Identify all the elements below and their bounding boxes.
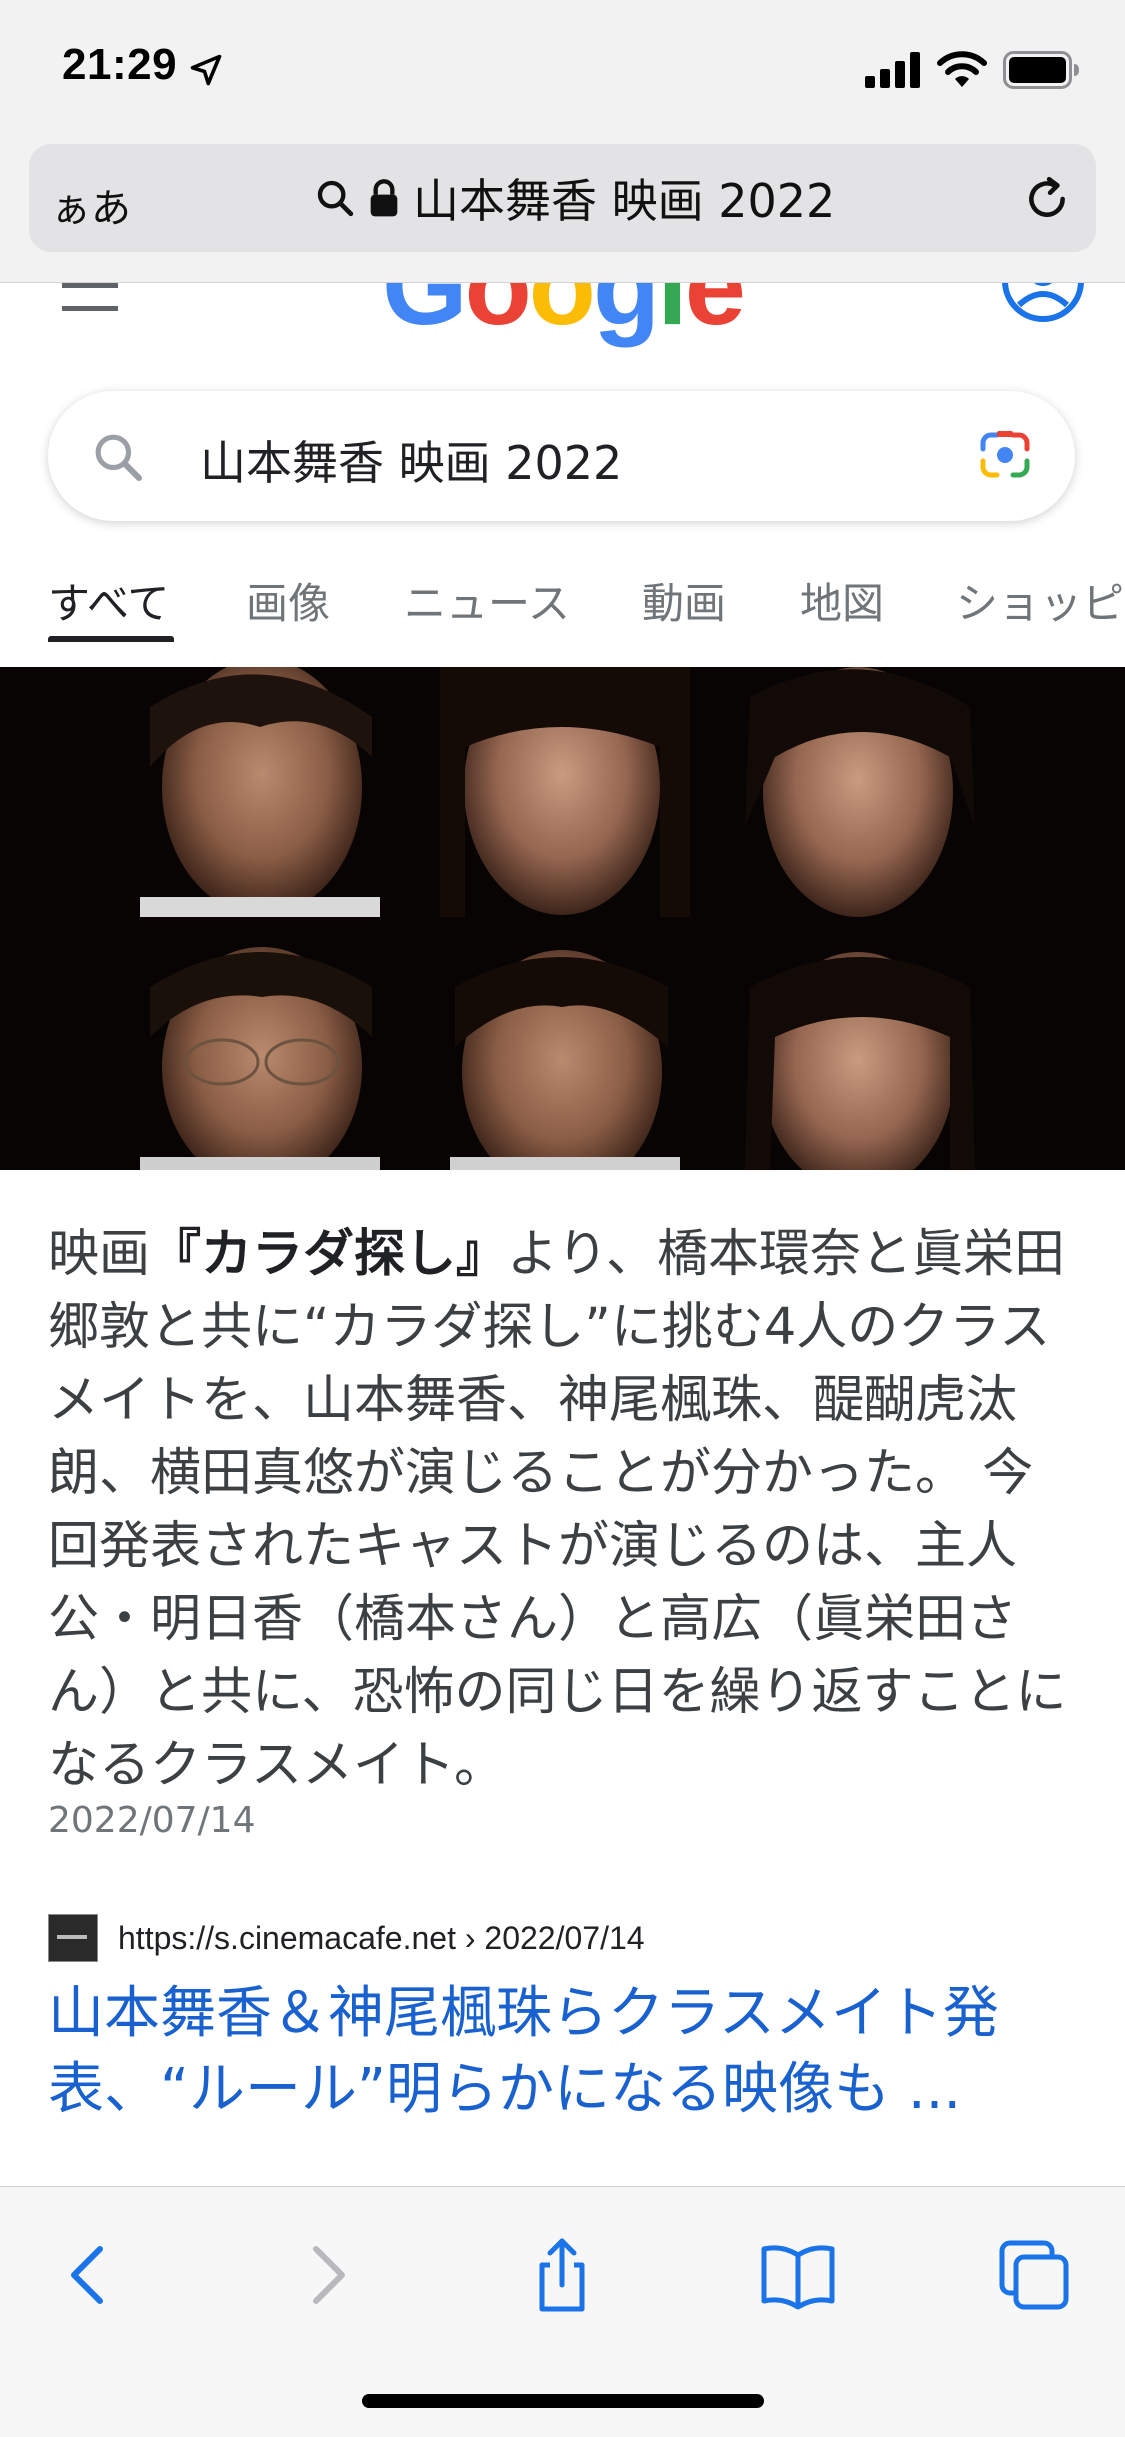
featured-snippet-text: 映画『カラダ探し』より、橋本環奈と眞栄田郷敦と共に“カラダ探し”に挑む4人のクラ… — [48, 1218, 1078, 1802]
status-icons — [865, 50, 1081, 90]
google-header: Google — [0, 283, 1125, 363]
result-title-link[interactable]: 山本舞香＆神尾楓珠らクラスメイト発表、“ルール”明らかになる映像も ... — [48, 1976, 1088, 2128]
google-logo-letter: l — [657, 283, 688, 348]
tab-images[interactable]: 画像 — [246, 570, 330, 631]
result-url: https://s.cinemacafe.net › 2022/07/14 — [118, 1919, 645, 1956]
google-logo-letter: o — [528, 283, 596, 348]
wifi-icon — [937, 51, 987, 87]
featured-image[interactable] — [0, 667, 1125, 1170]
tabs-icon[interactable] — [994, 2235, 1074, 2315]
back-icon[interactable] — [48, 2235, 128, 2315]
account-icon[interactable] — [1001, 283, 1085, 323]
url-display[interactable]: 山本舞香 映画 2022 — [315, 170, 835, 228]
forward-icon[interactable] — [288, 2235, 368, 2315]
google-logo[interactable]: Google — [0, 283, 1125, 350]
tab-shopping[interactable]: ショッピ — [956, 570, 1124, 631]
snippet-prefix: 映画 — [48, 1225, 151, 1284]
site-favicon — [48, 1914, 98, 1962]
browser-address-area: ぁあ 山本舞香 映画 2022 — [0, 132, 1125, 283]
search-tabs: すべて 画像 ニュース 動画 地図 ショッピ — [0, 560, 1125, 670]
reload-icon[interactable] — [1022, 174, 1072, 224]
reader-options-button[interactable]: ぁあ — [51, 176, 131, 234]
snippet-bold-title: 『カラダ探し』 — [150, 1225, 508, 1284]
snippet-body: より、橋本環奈と眞栄田郷敦と共に“カラダ探し”に挑む4人のクラスメイトを、山本舞… — [48, 1225, 1067, 1795]
search-icon — [95, 434, 143, 482]
active-tab-indicator — [48, 636, 174, 642]
tab-all[interactable]: すべて — [48, 570, 169, 631]
snippet-date: 2022/07/14 — [48, 1800, 256, 1841]
tab-videos[interactable]: 動画 — [642, 570, 726, 631]
google-logo-letter: o — [464, 283, 532, 348]
google-logo-letter: e — [684, 283, 746, 348]
bookmarks-icon[interactable] — [758, 2235, 838, 2315]
battery-icon — [1003, 51, 1079, 89]
google-lens-icon[interactable] — [975, 425, 1035, 485]
cast-photo-grid — [0, 667, 1125, 1170]
status-time: 21:29 — [62, 40, 178, 89]
home-indicator[interactable] — [362, 2394, 764, 2408]
search-box[interactable]: 山本舞香 映画 2022 — [48, 391, 1075, 521]
location-arrow-icon — [190, 54, 222, 86]
url-text: 山本舞香 映画 2022 — [413, 174, 836, 228]
address-bar[interactable]: ぁあ 山本舞香 映画 2022 — [29, 144, 1096, 252]
tab-maps[interactable]: 地図 — [800, 570, 884, 631]
search-icon — [317, 180, 354, 217]
search-input[interactable]: 山本舞香 映画 2022 — [200, 427, 622, 493]
status-bar: 21:29 — [0, 0, 1125, 132]
cellular-signal-icon — [865, 52, 920, 88]
result-source[interactable]: https://s.cinemacafe.net › 2022/07/14 — [48, 1914, 645, 1962]
tab-news[interactable]: ニュース — [404, 570, 570, 631]
share-icon[interactable] — [522, 2235, 602, 2315]
google-logo-letter: g — [593, 283, 660, 348]
lock-icon — [370, 179, 398, 217]
google-logo-letter: G — [382, 283, 468, 348]
face-5 — [450, 950, 680, 1170]
